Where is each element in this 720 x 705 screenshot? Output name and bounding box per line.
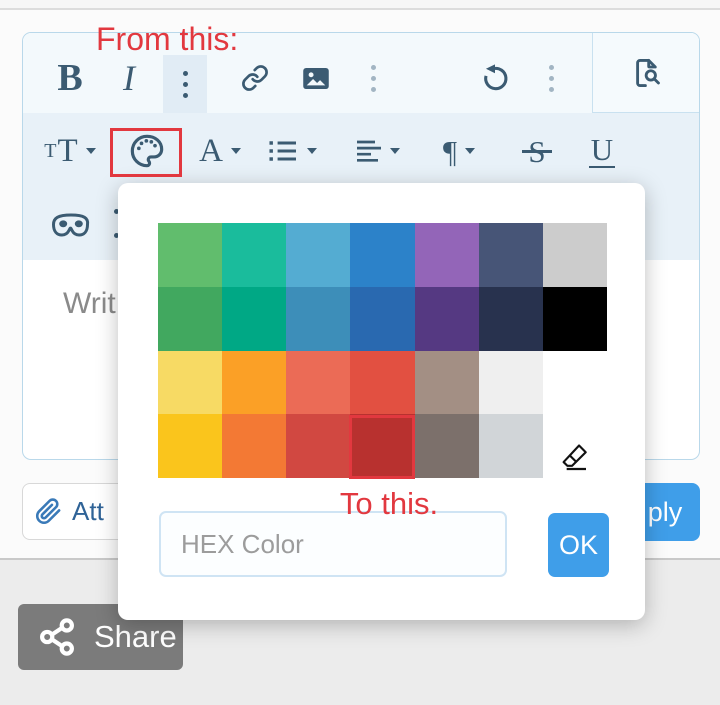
chevron-down-icon [390,148,400,154]
color-swatch-FFFFFF[interactable] [543,351,607,415]
color-swatch-A38F84[interactable] [415,351,479,415]
font-color-button[interactable]: A [193,125,247,177]
color-swatch-FBA026[interactable] [222,351,286,415]
share-icon [36,616,78,658]
color-swatch-B8312F[interactable] [350,414,414,478]
color-swatch-553982[interactable] [415,287,479,351]
color-swatch-3D8EB9[interactable] [286,287,350,351]
align-left-icon [356,138,382,164]
spoiler-mask-button[interactable] [45,201,97,247]
preview-button[interactable] [592,33,699,113]
color-swatch-2C82C9[interactable] [350,223,414,287]
vertical-ellipsis-icon [549,62,554,95]
more-misc-button[interactable] [351,51,395,105]
unordered-list-icon [267,138,299,164]
link-icon [241,64,269,92]
color-swatch-2969B0[interactable] [350,287,414,351]
color-swatch-9365B8[interactable] [415,223,479,287]
bold-button[interactable]: B [48,51,92,105]
attach-label: Att [72,496,104,527]
undo-icon [479,62,511,94]
color-picker-popup: OK [118,183,645,620]
more-rich-button[interactable] [529,51,573,105]
color-swatch-D1D5D8[interactable] [479,414,543,478]
color-grid [158,223,607,478]
insert-image-button[interactable] [294,51,338,105]
color-swatch-EFEFEF[interactable] [479,351,543,415]
undo-button[interactable] [473,51,517,105]
page: B I [0,0,720,705]
text-color-button[interactable] [125,125,169,177]
color-swatch-FAC51C[interactable] [158,414,222,478]
font-size-glyph-large: T [58,135,78,168]
color-swatch-D14841[interactable] [286,414,350,478]
vertical-ellipsis-icon [371,62,376,95]
hex-color-input[interactable] [159,511,507,577]
share-label: Share [94,619,177,655]
paragraph-format-button[interactable]: ¶ [435,125,483,177]
color-swatch-41A85F[interactable] [158,287,222,351]
italic-button[interactable]: I [109,51,153,105]
palette-icon [127,131,167,171]
ok-button[interactable]: OK [548,513,609,577]
strikethrough-button[interactable]: S [515,125,559,177]
font-size-button[interactable]: T T [39,125,101,177]
color-swatch-7C706B[interactable] [415,414,479,478]
editor-placeholder-text[interactable]: Writ [63,287,116,321]
font-size-glyph-small: T [44,141,56,161]
font-color-glyph: A [199,135,223,168]
paperclip-icon [35,498,62,525]
underline-button[interactable]: U [581,125,623,177]
color-swatch-28324E[interactable] [479,287,543,351]
color-swatch-00A885[interactable] [222,287,286,351]
bold-glyph: B [57,59,82,97]
chevron-down-icon [231,148,241,154]
color-swatch-54ACD2[interactable] [286,223,350,287]
image-icon [301,65,331,92]
list-button[interactable] [263,125,321,177]
mask-icon [48,206,94,242]
pilcrow-glyph: ¶ [443,136,457,167]
eraser-icon [558,441,590,473]
preview-document-icon [627,55,665,91]
remove-color-button[interactable] [558,441,590,473]
color-swatch-CCCCCC[interactable] [543,223,607,287]
align-button[interactable] [353,125,403,177]
color-swatch-475577[interactable] [479,223,543,287]
ok-label: OK [559,530,598,561]
chevron-down-icon [465,148,475,154]
insert-link-button[interactable] [233,51,277,105]
color-swatch-F7DA64[interactable] [158,351,222,415]
color-swatch-E25041[interactable] [350,351,414,415]
strikethrough-glyph: S [528,136,545,167]
color-swatch-EB6B56[interactable] [286,351,350,415]
color-swatch-1ABC9C[interactable] [222,223,286,287]
more-text-button-open[interactable] [163,55,207,113]
vertical-ellipsis-icon [183,68,188,101]
reply-label: ply [648,497,683,528]
underline-glyph: U [589,134,615,168]
color-swatch-F37934[interactable] [222,414,286,478]
italic-glyph: I [123,60,139,96]
top-strip [0,0,720,10]
color-swatch-000000[interactable] [543,287,607,351]
chevron-down-icon [86,148,96,154]
color-swatch-61BD6D[interactable] [158,223,222,287]
chevron-down-icon [307,148,317,154]
